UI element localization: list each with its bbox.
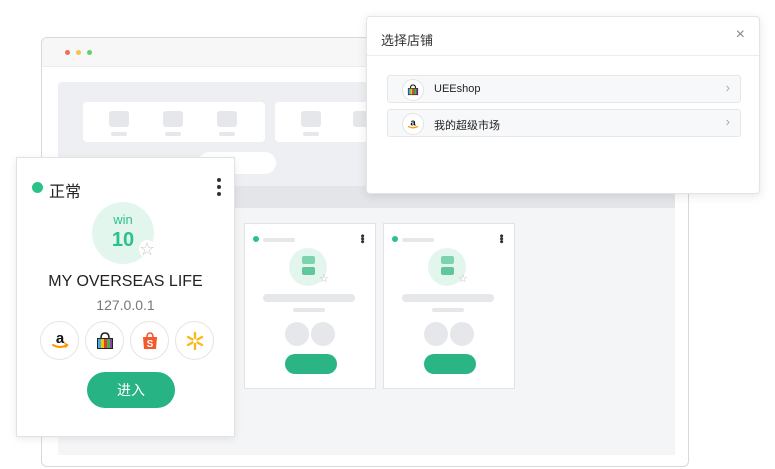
store-item-ueeshop[interactable]: UEEshop › bbox=[387, 75, 741, 103]
store-item-my-supermarket[interactable]: a 我的超级市场 › bbox=[387, 109, 741, 137]
walmart-icon[interactable] bbox=[175, 321, 214, 360]
svg-text:S: S bbox=[146, 339, 153, 350]
enter-button[interactable]: 进入 bbox=[87, 372, 175, 408]
shopee-icon[interactable]: S bbox=[130, 321, 169, 360]
store-name: 我的超级市场 bbox=[434, 120, 500, 132]
chevron-right-icon: › bbox=[725, 114, 730, 129]
window-close-dot bbox=[65, 50, 70, 55]
chevron-right-icon: › bbox=[725, 80, 730, 95]
store-name: UEEshop bbox=[434, 83, 481, 95]
os-name: win bbox=[113, 212, 133, 227]
profile-card: 正常 win 10 ☆ MY OVERSEAS LIFE 127.0.0.1 a… bbox=[16, 157, 235, 437]
close-icon[interactable]: × bbox=[736, 27, 745, 43]
select-store-modal: 选择店铺 × UEEshop › a 我的超级市场 › bbox=[366, 16, 760, 194]
window-minimize-dot bbox=[76, 50, 81, 55]
svg-text:a: a bbox=[410, 117, 416, 128]
placeholder-profile-card: ••• ☆ bbox=[383, 223, 515, 389]
amazon-icon: a bbox=[402, 113, 424, 135]
status-label: 正常 bbox=[49, 184, 82, 201]
modal-title: 选择店铺 bbox=[381, 33, 434, 48]
ueeshop-icon[interactable] bbox=[85, 321, 124, 360]
placeholder-panel bbox=[275, 102, 375, 142]
placeholder-panel bbox=[83, 102, 265, 142]
profile-ip: 127.0.0.1 bbox=[96, 297, 155, 313]
more-options-icon[interactable] bbox=[216, 178, 222, 198]
modal-header: 选择店铺 × bbox=[367, 17, 759, 56]
favorite-star-icon[interactable]: ☆ bbox=[139, 240, 156, 258]
ueeshop-icon bbox=[402, 79, 424, 101]
placeholder-profile-card: ••• ☆ bbox=[244, 223, 376, 389]
status-indicator-dot bbox=[32, 182, 43, 193]
profile-name: MY OVERSEAS LIFE bbox=[48, 273, 203, 290]
amazon-icon[interactable]: a bbox=[40, 321, 79, 360]
svg-text:a: a bbox=[55, 330, 64, 347]
window-maximize-dot bbox=[87, 50, 92, 55]
